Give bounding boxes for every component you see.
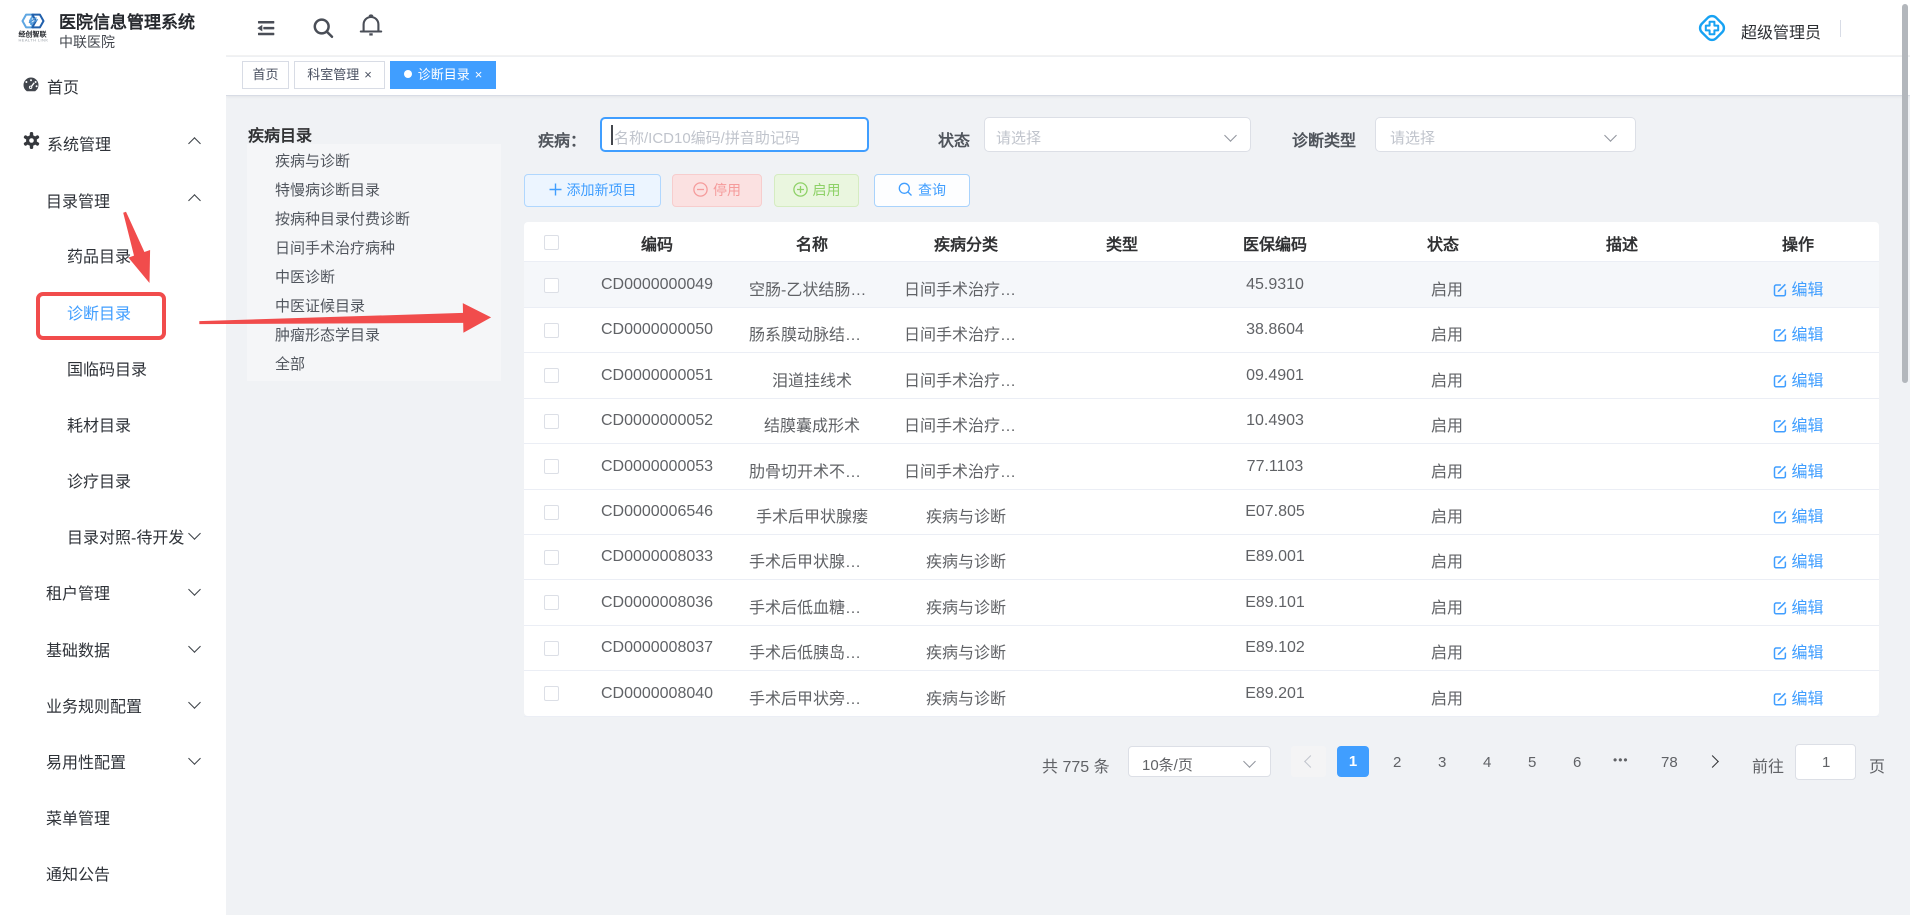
svg-text:HEALTH LINK: HEALTH LINK [19, 38, 49, 43]
